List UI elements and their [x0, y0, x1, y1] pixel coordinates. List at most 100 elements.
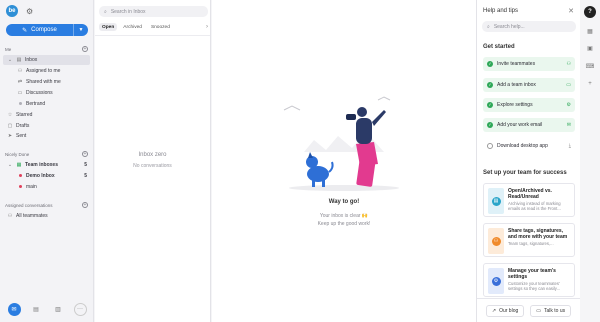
sidebar-item-bertrand[interactable]: Bertrand	[3, 99, 90, 109]
tip-card-share-tags[interactable]: ⚇ Share tags, signatures, and more with …	[483, 223, 575, 257]
tab-open[interactable]: Open	[99, 23, 118, 31]
sidebar-item-label: Shared with me	[26, 79, 61, 85]
sidebar-item-starred[interactable]: ☆ Starred	[3, 110, 90, 120]
draft-icon: ▢	[7, 123, 13, 129]
main-line-1: Your inbox is clear 🙌	[319, 213, 369, 219]
sidebar-item-label: Inbox	[25, 57, 38, 63]
chevron-right-icon[interactable]: ›	[206, 24, 208, 30]
compose-main[interactable]: ✎ Compose	[6, 24, 74, 36]
contact-card-icon[interactable]: ▣	[584, 42, 596, 54]
unread-dot-icon	[17, 184, 23, 190]
archive-icon: ▤	[491, 196, 501, 206]
chat-icon: ▭	[17, 90, 23, 96]
settings-icon: ⚙	[491, 276, 501, 286]
card-text: Share tags, signatures, and more with yo…	[508, 228, 570, 252]
gear-icon: ⚙	[566, 102, 571, 108]
help-search-input[interactable]: ⌕ Search help...	[482, 21, 576, 32]
our-blog-button[interactable]: ↗ Our blog	[485, 304, 525, 317]
main-pane: Way to go! Your inbox is clear 🙌 Keep up…	[212, 0, 476, 322]
sidebar-item-assigned[interactable]: ⚇ Assigned to me	[3, 66, 90, 76]
step-add-team-inbox[interactable]: ✓ Add a team inbox ▭	[483, 78, 575, 92]
user-icon: ⚇	[17, 68, 23, 74]
add-icon[interactable]: +	[82, 202, 88, 208]
dot-icon	[17, 101, 23, 107]
sidebar-item-drafts[interactable]: ▢ Drafts	[3, 121, 90, 131]
section-assigned: Assigned conversations +	[5, 202, 88, 208]
card-image: ▤	[488, 188, 504, 214]
keyboard-icon[interactable]: ⌨	[584, 60, 596, 72]
card-desc: Archiving instead of marking emails as r…	[508, 201, 561, 211]
close-icon[interactable]: ✕	[568, 7, 574, 15]
inbox-zero-subtitle: No conversations	[133, 163, 172, 169]
sidebar-item-shared[interactable]: ⇄ Shared with me	[3, 77, 90, 87]
check-icon: ✓	[487, 61, 493, 67]
section-team: Nicely Done +	[5, 151, 88, 157]
analytics-icon[interactable]: ▥	[52, 303, 65, 316]
sidebar-item-discussions[interactable]: ▭ Discussions	[3, 88, 90, 98]
step-add-work-email[interactable]: ✓ Add your work email ✉	[483, 118, 575, 132]
contacts-icon[interactable]: ▤	[30, 303, 43, 316]
card-desc: Team tags, signatures,...	[508, 241, 554, 246]
tab-snoozed[interactable]: Snoozed	[148, 23, 173, 31]
chevron-down-icon[interactable]: ⌄	[7, 57, 13, 63]
conversation-list: ⌕ Search in Inbox Open Archived Snoozed …	[95, 0, 211, 322]
step-download-desktop[interactable]: Download desktop app ⤓	[483, 139, 575, 153]
card-text: Manage your team's settings Customize yo…	[508, 268, 570, 292]
card-desc: Customize your teammates' settings so th…	[508, 281, 561, 291]
sidebar-item-demo-inbox[interactable]: Demo Inbox 5	[3, 171, 90, 181]
unchecked-icon	[487, 143, 493, 149]
calendar-icon[interactable]: ▦	[584, 25, 596, 37]
main-line-2: Keep up the good work!	[317, 221, 371, 227]
avatar[interactable]: be	[6, 5, 18, 17]
chevron-down-icon[interactable]: ⌄	[7, 162, 13, 168]
search-input[interactable]: ⌕ Search in Inbox	[99, 6, 208, 17]
card-image: ⚇	[488, 228, 504, 254]
star-icon: ☆	[7, 112, 13, 118]
status-tabs: Open Archived Snoozed ›	[99, 22, 208, 32]
download-icon: ⤓	[568, 143, 571, 149]
add-icon[interactable]: +	[82, 151, 88, 157]
search-icon: ⌕	[104, 8, 107, 15]
tip-card-manage-settings[interactable]: ⚙ Manage your team's settings Customize …	[483, 263, 575, 297]
chevron-down-icon[interactable]: ▼	[74, 27, 88, 33]
gear-icon[interactable]: ⚙	[26, 7, 33, 16]
get-started-title: Get started	[483, 44, 515, 50]
team-icon: ▦	[16, 162, 22, 168]
sidebar-item-all-teammates[interactable]: ⚇ All teammates	[3, 211, 90, 221]
step-label: Explore settings	[497, 102, 533, 108]
talk-to-us-button[interactable]: ▭ Talk to us	[530, 304, 572, 317]
add-integration-icon[interactable]: +	[584, 78, 596, 90]
compose-icon: ✎	[22, 27, 28, 34]
tip-card-open-archived[interactable]: ▤ Open/Archived vs. Read/Unread Archivin…	[483, 183, 575, 217]
unread-count: 5	[84, 173, 87, 179]
check-icon: ✓	[487, 122, 493, 128]
search-placeholder: Search in Inbox	[110, 8, 146, 15]
section-team-label: Nicely Done	[5, 151, 30, 157]
add-icon[interactable]: +	[82, 46, 88, 52]
check-icon: ✓	[487, 102, 493, 108]
sidebar-item-team-inboxes[interactable]: ⌄ ▦ Team inboxes 5	[3, 160, 90, 170]
section-assigned-label: Assigned conversations	[5, 202, 53, 208]
compose-button[interactable]: ✎ Compose ▼	[6, 24, 88, 36]
sidebar-item-label: Bertrand	[26, 101, 46, 107]
tab-archived[interactable]: Archived	[120, 23, 145, 31]
user-plus-icon: ⚇	[566, 61, 571, 67]
inbox-view-icon[interactable]: ✉	[7, 302, 21, 316]
step-label: Download desktop app	[497, 143, 548, 149]
check-icon: ✓	[487, 82, 493, 88]
step-explore-settings[interactable]: ✓ Explore settings ⚙	[483, 98, 575, 112]
sidebar-item-main[interactable]: main	[3, 182, 90, 192]
unread-count: 5	[84, 162, 87, 168]
help-panel: Help and tips ✕ ⌕ Search help... Get sta…	[476, 0, 580, 322]
card-title: Open/Archived vs. Read/Unread	[508, 188, 552, 200]
sidebar-item-sent[interactable]: ➤ Sent	[3, 131, 90, 141]
sidebar-item-label: main	[26, 184, 37, 190]
sidebar-item-inbox[interactable]: ⌄ ▤ Inbox	[3, 55, 90, 65]
section-me-label: Me	[5, 46, 12, 52]
help-search-placeholder: Search help...	[493, 23, 525, 30]
step-label: Add a team inbox	[497, 82, 536, 88]
help-icon[interactable]: ?	[584, 6, 596, 18]
step-invite-teammates[interactable]: ✓ Invite teammates ⚇	[483, 57, 575, 71]
mail-icon: ✉	[566, 122, 571, 128]
more-icon[interactable]: ···	[73, 302, 87, 316]
